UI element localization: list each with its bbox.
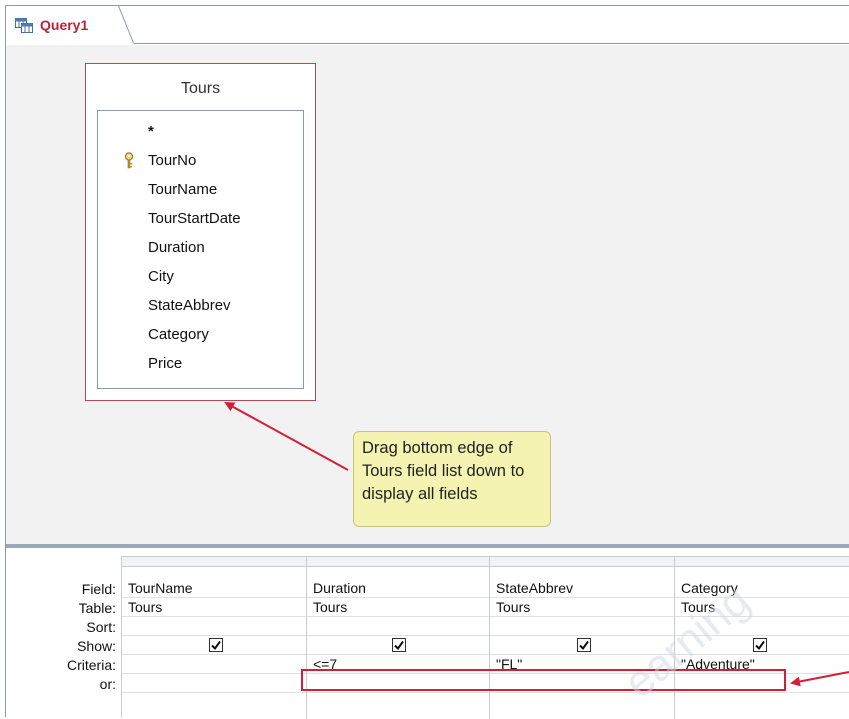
- grid-cell-table[interactable]: Tours: [307, 598, 489, 617]
- grid-cell-criteria[interactable]: [122, 655, 306, 674]
- grid-cell-show[interactable]: [490, 636, 674, 655]
- field-list-item-label: Category: [148, 326, 209, 343]
- row-label-or: or:: [99, 676, 116, 692]
- grid-column: Duration Tours <=7: [307, 557, 490, 719]
- tab-query1[interactable]: Query1: [6, 6, 134, 44]
- primary-key-icon: [124, 152, 134, 169]
- show-checkbox[interactable]: [392, 638, 406, 652]
- field-list-item-label: StateAbbrev: [148, 297, 231, 314]
- grid-cell-show[interactable]: [675, 636, 849, 655]
- row-label-show: Show:: [77, 638, 116, 654]
- field-list-item[interactable]: City: [98, 262, 303, 291]
- field-list-item[interactable]: *: [98, 117, 303, 146]
- field-list-item[interactable]: TourNo: [98, 146, 303, 175]
- checkmark-icon: [579, 640, 589, 651]
- field-list-item-label: *: [148, 123, 154, 140]
- row-label-sort: Sort:: [86, 619, 116, 635]
- grid-cell-field[interactable]: StateAbbrev: [490, 579, 674, 598]
- field-list-item-label: TourNo: [148, 152, 197, 169]
- grid-cell-table[interactable]: Tours: [490, 598, 674, 617]
- grid-columns: TourName Tours Duration Tours <=7 StateAbbrev…: [121, 556, 849, 719]
- field-list-item-label: TourName: [148, 181, 218, 198]
- grid-cell-field[interactable]: Category: [675, 579, 849, 598]
- grid-column: TourName Tours: [122, 557, 307, 719]
- tab-title: Query1: [40, 17, 89, 33]
- callout-line-2: Tours field list down to: [362, 462, 525, 480]
- table-pane: Tours * TourNo TourName TourStartDate Durati…: [6, 45, 849, 576]
- field-list-item[interactable]: TourStartDate: [98, 204, 303, 233]
- row-label-criteria: Criteria:: [66, 657, 116, 673]
- field-list-title[interactable]: Tours: [86, 80, 315, 98]
- show-checkbox[interactable]: [577, 638, 591, 652]
- grid-cell-field[interactable]: Duration: [307, 579, 489, 598]
- grid-cell-table[interactable]: Tours: [675, 598, 849, 617]
- checkmark-icon: [211, 640, 221, 651]
- field-list-item-label: Duration: [148, 239, 205, 256]
- grid-cell-show[interactable]: [122, 636, 306, 655]
- grid-column: Category Tours "Adventure": [675, 557, 849, 719]
- grid-cell-show[interactable]: [307, 636, 489, 655]
- field-list-item-label: TourStartDate: [148, 210, 241, 227]
- checkmark-icon: [394, 640, 404, 651]
- show-checkbox[interactable]: [753, 638, 767, 652]
- design-grid: Field: Table: Sort: Show: Criteria: or: …: [6, 548, 849, 719]
- field-list-item[interactable]: Price: [98, 349, 303, 378]
- field-list-item[interactable]: Category: [98, 320, 303, 349]
- grid-cell-sort[interactable]: [307, 617, 489, 636]
- field-list-item[interactable]: TourName: [98, 175, 303, 204]
- field-list-item-label: City: [148, 268, 174, 285]
- grid-cell-field[interactable]: TourName: [122, 579, 306, 598]
- field-list-box: * TourNo TourName TourStartDate Duration City…: [97, 110, 304, 389]
- criteria-highlight-box: [301, 669, 786, 691]
- grid-cell-sort[interactable]: [490, 617, 674, 636]
- callout-line-1: Drag bottom edge of: [362, 439, 513, 457]
- callout-note: Drag bottom edge of Tours field list dow…: [353, 431, 551, 527]
- tours-field-list[interactable]: Tours * TourNo TourName TourStartDate Durati…: [85, 63, 316, 401]
- checkmark-icon: [755, 640, 765, 651]
- field-list-item[interactable]: StateAbbrev: [98, 291, 303, 320]
- grid-cell-table[interactable]: Tours: [122, 598, 306, 617]
- query-icon: [15, 18, 33, 33]
- grid-cell-or[interactable]: [122, 674, 306, 693]
- grid-cell-sort[interactable]: [675, 617, 849, 636]
- row-label-table: Table:: [78, 600, 116, 616]
- grid-column: StateAbbrev Tours "FL": [490, 557, 675, 719]
- field-list-item-label: Price: [148, 355, 183, 372]
- row-label-field: Field:: [81, 581, 116, 597]
- grid-cell-sort[interactable]: [122, 617, 306, 636]
- show-checkbox[interactable]: [209, 638, 223, 652]
- document-tab-strip: Query1: [6, 5, 849, 44]
- callout-line-3: display all fields: [362, 485, 478, 503]
- field-list-item[interactable]: Duration: [98, 233, 303, 262]
- query-design-window: Query1 Tours * TourNo TourName TourStartDat…: [5, 5, 849, 719]
